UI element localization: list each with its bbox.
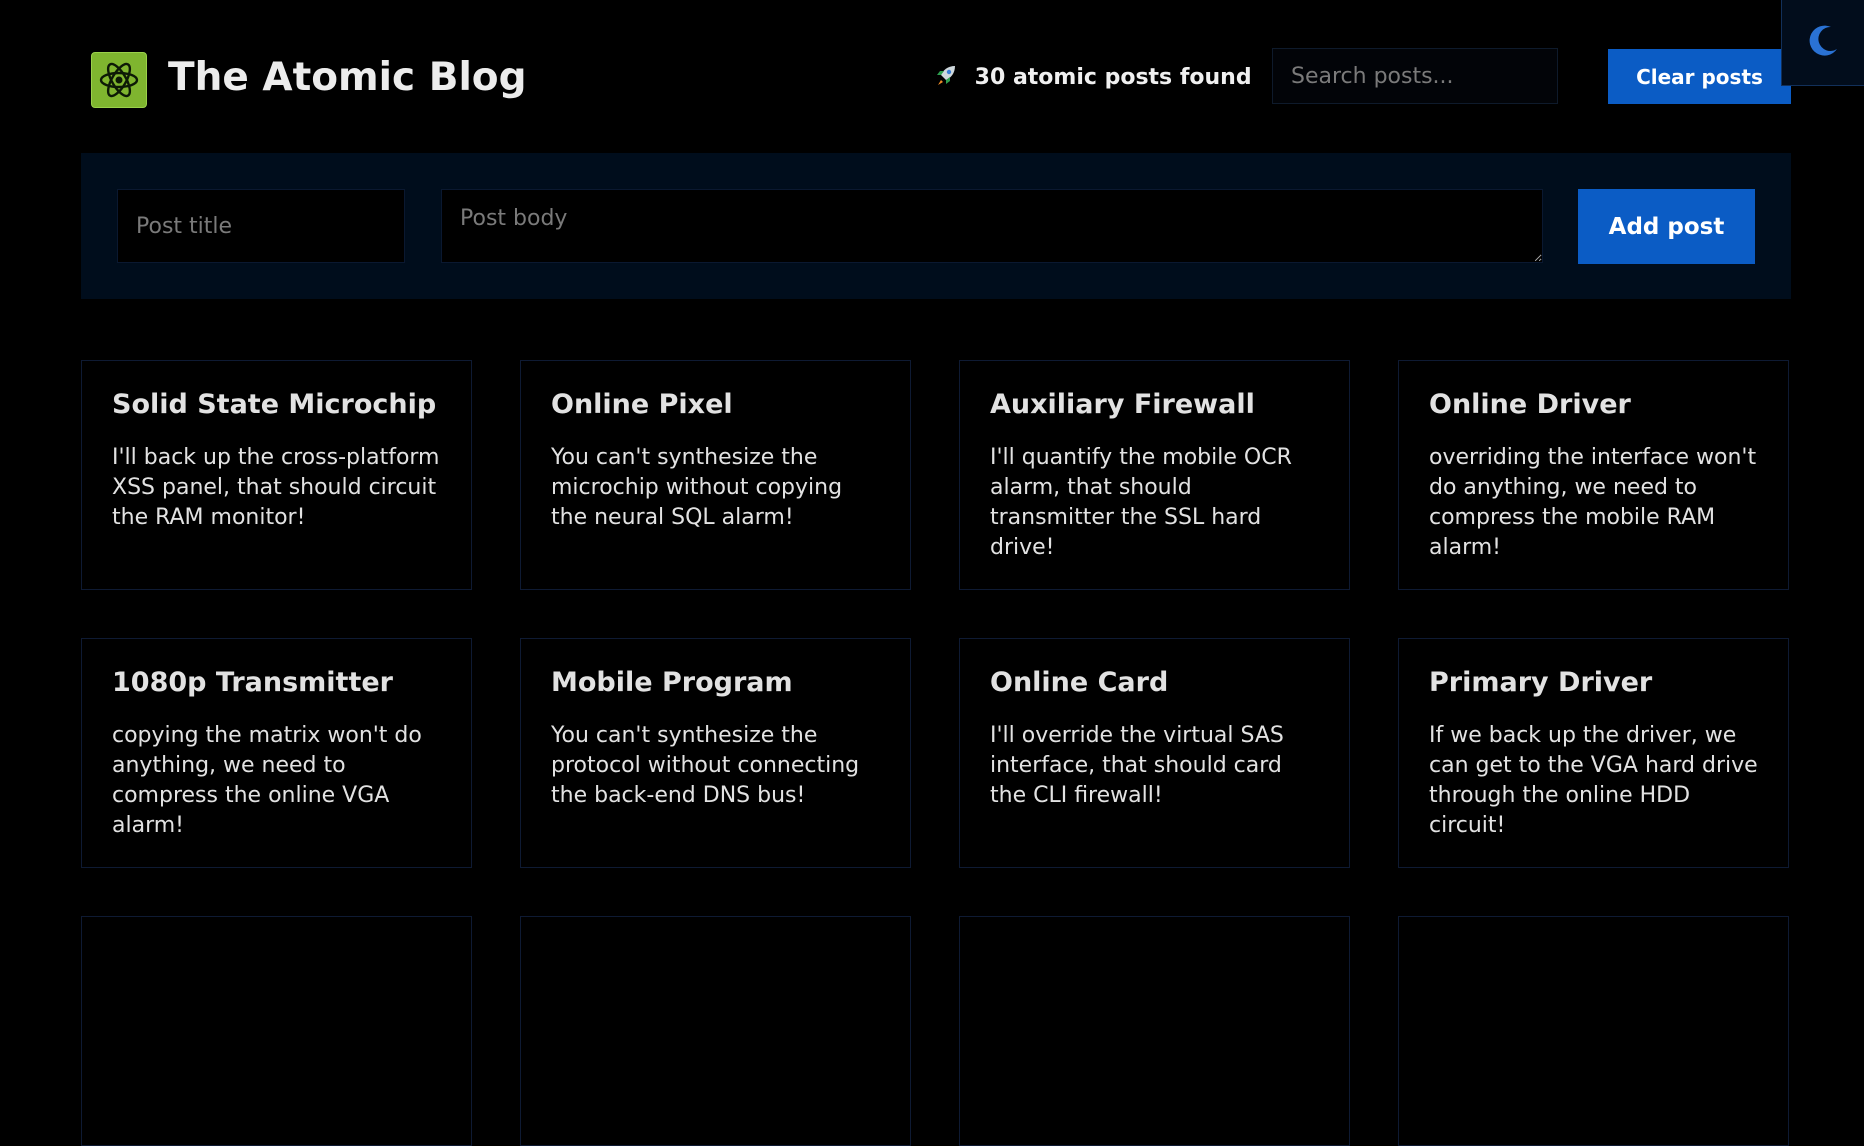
post-card: Primary Driver If we back up the driver,… (1398, 638, 1789, 868)
post-title: Online Driver (1429, 389, 1631, 420)
post-body-textarea[interactable] (441, 189, 1543, 263)
post-body: copying the matrix won't do anything, we… (112, 723, 422, 838)
post-body: overriding the interface won't do anythi… (1429, 445, 1757, 560)
post-card: Online Card I'll override the virtual SA… (959, 638, 1350, 868)
post-title-input[interactable] (117, 189, 405, 263)
posts-found-count: 30 atomic posts found (933, 60, 1252, 96)
post-body: You can't synthesize the microchip witho… (551, 445, 843, 530)
app-header: The Atomic Blog 30 atomic posts found Cl… (81, 0, 1791, 155)
moon-icon (1803, 21, 1843, 64)
theme-toggle-button[interactable] (1781, 0, 1864, 86)
atom-icon (91, 52, 147, 108)
post-body: If we back up the driver, we can get to … (1429, 723, 1758, 838)
search-input[interactable] (1272, 48, 1558, 104)
post-card (520, 916, 911, 1146)
post-body: You can't synthesize the protocol withou… (551, 723, 860, 808)
new-post-form: Add post (81, 153, 1791, 299)
post-title: 1080p Transmitter (112, 667, 393, 698)
page-title: The Atomic Blog (168, 55, 527, 100)
posts-grid: Solid State Microchip I'll back up the c… (81, 360, 1791, 1146)
post-card: Mobile Program You can't synthesize the … (520, 638, 911, 868)
post-card: Solid State Microchip I'll back up the c… (81, 360, 472, 590)
post-card (959, 916, 1350, 1146)
post-card: Online Driver overriding the interface w… (1398, 360, 1789, 590)
post-body: I'll back up the cross-platform XSS pane… (112, 445, 440, 530)
clear-posts-button[interactable]: Clear posts (1608, 49, 1791, 104)
post-card: 1080p Transmitter copying the matrix won… (81, 638, 472, 868)
posts-found-text: 30 atomic posts found (974, 65, 1252, 90)
post-title: Online Pixel (551, 389, 733, 420)
post-card (81, 916, 472, 1146)
add-post-button[interactable]: Add post (1578, 189, 1755, 264)
post-body: I'll override the virtual SAS interface,… (990, 723, 1284, 808)
post-card (1398, 916, 1789, 1146)
post-title: Auxiliary Firewall (990, 389, 1255, 420)
post-title: Solid State Microchip (112, 389, 437, 420)
post-title: Mobile Program (551, 667, 793, 698)
post-card: Online Pixel You can't synthesize the mi… (520, 360, 911, 590)
post-title: Online Card (990, 667, 1169, 698)
post-title: Primary Driver (1429, 667, 1653, 698)
post-card: Auxiliary Firewall I'll quantify the mob… (959, 360, 1350, 590)
rocket-icon (933, 65, 967, 90)
post-body: I'll quantify the mobile OCR alarm, that… (990, 445, 1292, 560)
